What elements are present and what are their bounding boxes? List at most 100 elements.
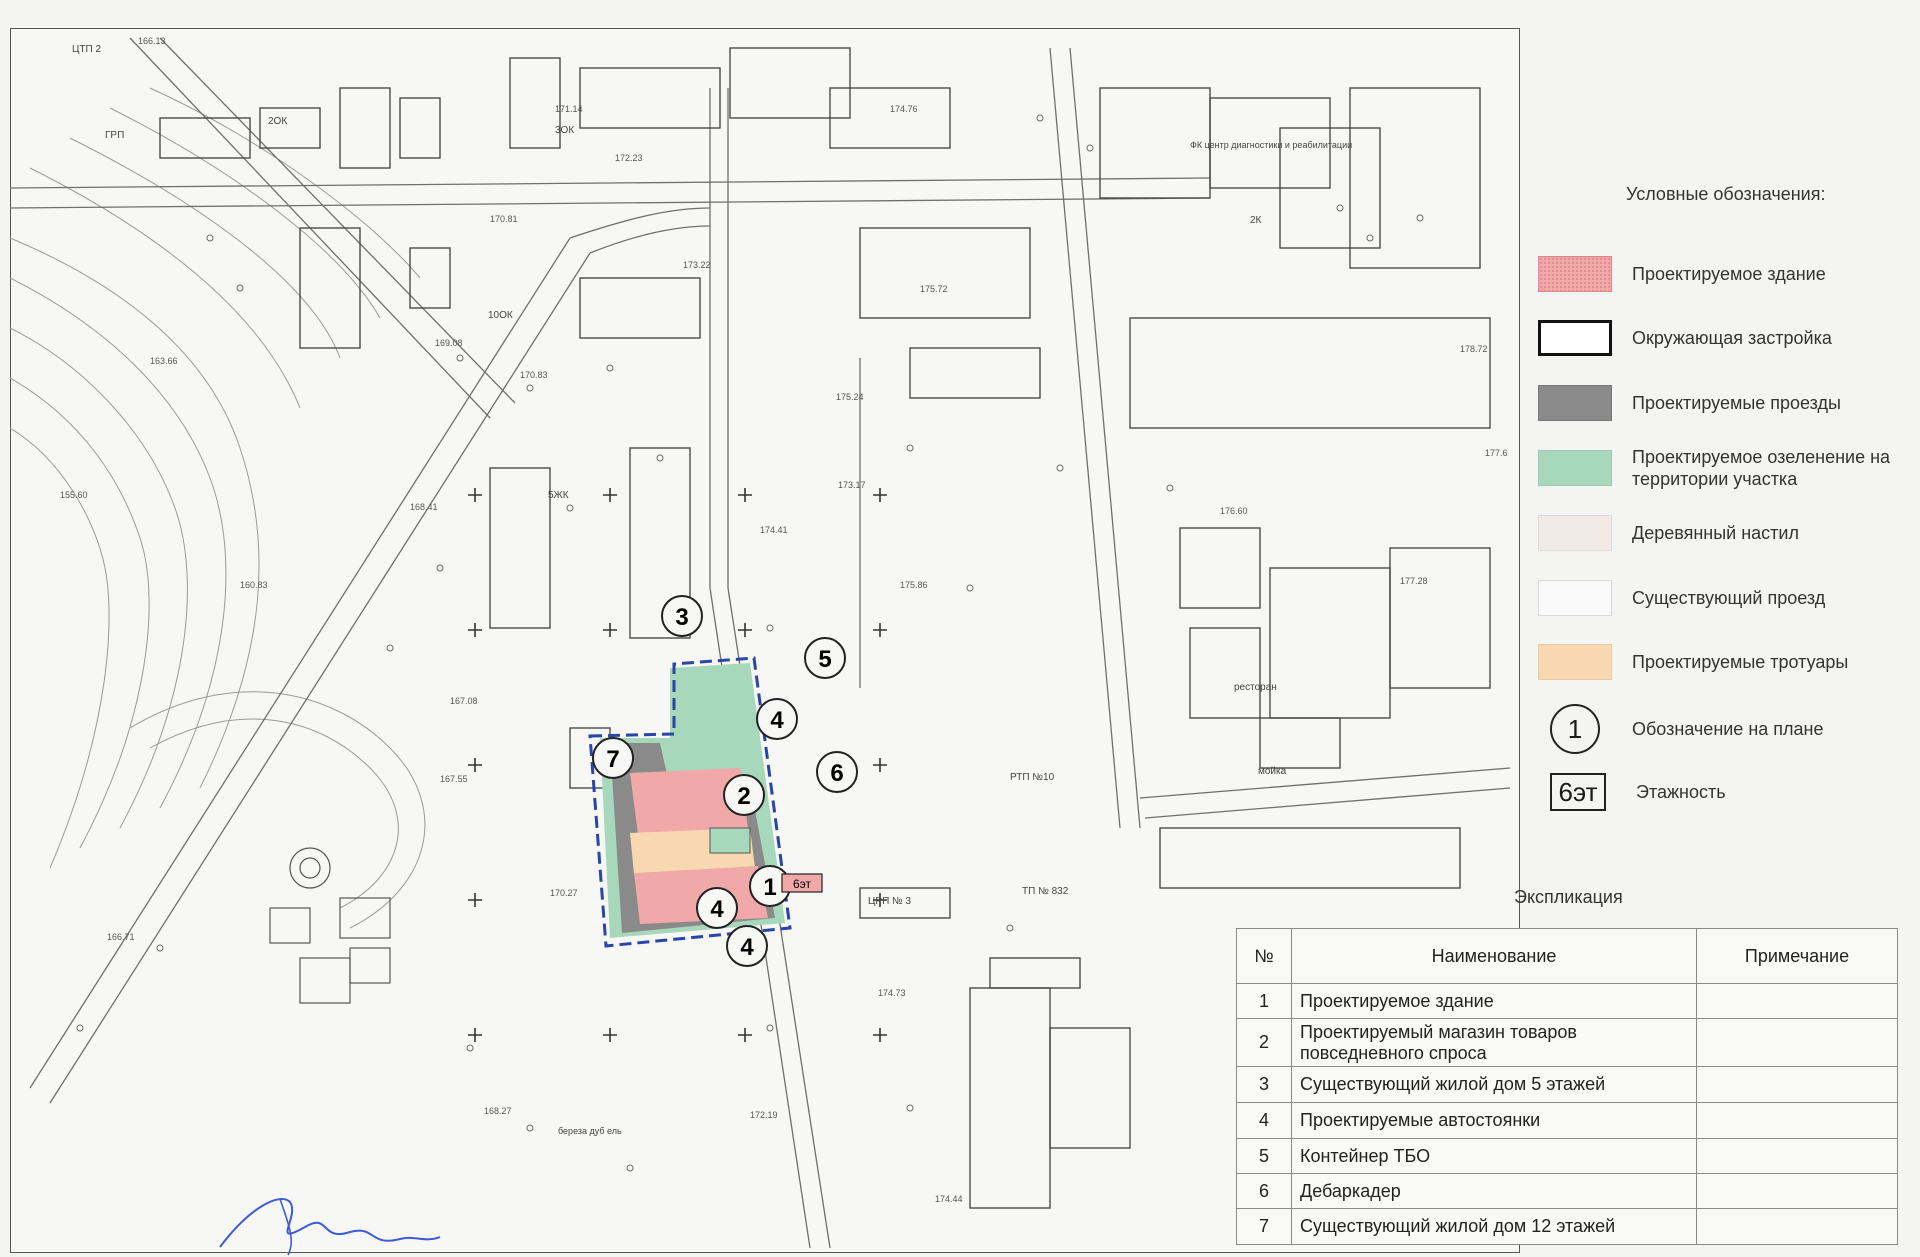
label-rtp10: РТП №10 (1010, 772, 1055, 783)
row-name: Дебаркадер (1291, 1173, 1697, 1209)
elevation-mark: 167.08 (450, 696, 478, 706)
legend-label: Окружающая застройка (1632, 328, 1832, 348)
row-num: 5 (1236, 1138, 1292, 1174)
legend-item-surrounding: Окружающая застройка (1538, 316, 1920, 360)
elevation-mark: 169.08 (435, 338, 463, 348)
svg-text:5: 5 (818, 646, 831, 673)
legend-item-sidewalks: Проектируемые тротуары (1538, 640, 1920, 684)
elevation-mark: 175.86 (900, 580, 928, 590)
elevation-mark: 177.6 (1485, 448, 1508, 458)
legend-item-greening: Проектируемое озеленение на территории у… (1538, 446, 1920, 490)
legend-swatch (1538, 320, 1612, 356)
legend-symbol-circle: 1 (1550, 704, 1600, 754)
elevation-mark: 173.17 (838, 480, 866, 490)
label-5zhk: 5ЖК (548, 490, 569, 501)
label-fk-center: ФК центр диагностики и реабилитации (1190, 140, 1352, 150)
row-num: 4 (1236, 1102, 1292, 1139)
row-note (1696, 983, 1898, 1019)
marker-3: 3 (661, 595, 703, 637)
row-name: Существующий жилой дом 12 этажей (1291, 1208, 1697, 1245)
elevation-mark: 177.28 (1400, 576, 1428, 586)
elevation-mark: 166.71 (107, 932, 135, 942)
svg-text:6эт: 6эт (793, 877, 812, 891)
table-header-row: № Наименование Примечание (1236, 928, 1898, 984)
row-note (1696, 1066, 1898, 1103)
svg-text:3: 3 (675, 604, 688, 631)
legend-label: Проектируемое озеленение на территории у… (1632, 447, 1891, 489)
elevation-mark: 172.19 (750, 1110, 778, 1120)
legend-swatch (1538, 450, 1612, 486)
legend-swatch (1538, 580, 1612, 616)
marker-2: 2 (723, 774, 765, 816)
elevation-mark: 172.23 (615, 153, 643, 163)
label-ctp2: ЦТП 2 (72, 44, 101, 55)
legend-swatch (1538, 515, 1612, 551)
legend-item-floors: 6эт Этажность (1538, 770, 1920, 814)
explication-title: Экспликация (1514, 887, 1623, 907)
label-restaurant: ресторан (1234, 682, 1277, 693)
legend-label: Существующий проезд (1632, 588, 1826, 608)
svg-text:6: 6 (830, 760, 843, 787)
row-note (1696, 1102, 1898, 1139)
elevation-mark: 174.73 (878, 988, 906, 998)
legend-label: Обозначение на плане (1632, 719, 1824, 739)
row-num: 3 (1236, 1066, 1292, 1103)
legend-item-projected-building: Проектируемое здание (1538, 252, 1920, 296)
explication-table: № Наименование Примечание 1 Проектируемо… (1236, 928, 1898, 1245)
legend-item-wood-deck: Деревянный настил (1538, 511, 1920, 555)
marker-4-left: 4 (696, 887, 738, 929)
legend-label: Этажность (1636, 782, 1726, 802)
label-2ok: 2ОК (268, 116, 287, 127)
elevation-mark: 168.27 (484, 1106, 512, 1116)
elevation-mark: 174.44 (935, 1194, 963, 1204)
marker-4-top: 4 (756, 698, 798, 740)
signature (219, 1198, 441, 1256)
label-trees: береза дуб ель (558, 1126, 622, 1136)
svg-text:2: 2 (737, 783, 750, 810)
label-10ok: 10ОК (488, 310, 513, 321)
row-name: Проектируемый магазин товаров повседневн… (1291, 1018, 1697, 1067)
elevation-mark: 178.72 (1460, 344, 1488, 354)
legend-item-existing-road: Существующий проезд (1538, 576, 1920, 620)
row-name: Проектируемое здание (1291, 983, 1697, 1019)
elevation-mark: 155.60 (60, 490, 88, 500)
svg-text:1: 1 (763, 874, 776, 901)
legend-title: Условные обозначения: (1626, 184, 1826, 204)
legend-swatch (1538, 256, 1612, 292)
legend-symbol-box: 6эт (1550, 773, 1606, 811)
svg-text:4: 4 (770, 707, 784, 734)
header-name: Наименование (1291, 928, 1697, 984)
row-num: 7 (1236, 1208, 1292, 1245)
svg-text:4: 4 (710, 896, 724, 923)
elevation-mark: 176.60 (1220, 506, 1248, 516)
table-row: 7 Существующий жилой дом 12 этажей (1236, 1208, 1898, 1245)
table-row: 2 Проектируемый магазин товаров повседне… (1236, 1018, 1898, 1067)
elevation-mark: 166.13 (138, 36, 166, 46)
legend-label: Проектируемые тротуары (1632, 652, 1849, 672)
elevation-mark: 167.55 (440, 774, 468, 784)
row-name: Существующий жилой дом 5 этажей (1291, 1066, 1697, 1103)
elevation-mark: 170.83 (520, 370, 548, 380)
row-note (1696, 1208, 1898, 1245)
elevation-mark: 175.72 (920, 284, 948, 294)
row-name: Контейнер ТБО (1291, 1138, 1697, 1174)
table-row: 4 Проектируемые автостоянки (1236, 1102, 1898, 1139)
elevation-mark: 173.22 (683, 260, 711, 270)
elevation-mark: 171.14 (555, 104, 583, 114)
header-num: № (1236, 928, 1292, 984)
marker-4-bottom: 4 (726, 925, 768, 967)
row-num: 1 (1236, 983, 1292, 1019)
elevation-mark: 160.83 (240, 580, 268, 590)
label-3ok: 3ОК (555, 125, 574, 136)
legend-item-plan-marker: 1 Обозначение на плане (1538, 704, 1920, 754)
row-note (1696, 1173, 1898, 1209)
legend-label: Проектируемые проезды (1632, 393, 1841, 413)
svg-text:7: 7 (606, 746, 619, 773)
row-note (1696, 1018, 1898, 1067)
marker-7: 7 (592, 737, 634, 779)
elevation-mark: 174.76 (890, 104, 918, 114)
legend-swatch (1538, 385, 1612, 421)
label-grp: ГРП (105, 130, 124, 141)
elevation-mark: 174.41 (760, 525, 788, 535)
table-row: 5 Контейнер ТБО (1236, 1138, 1898, 1174)
